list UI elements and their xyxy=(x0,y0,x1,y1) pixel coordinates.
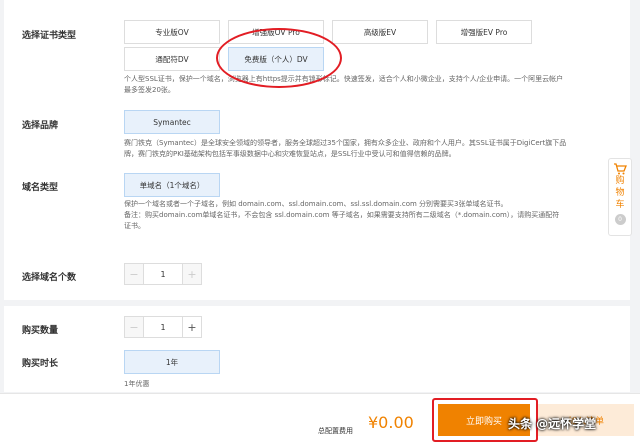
cart-side-tab[interactable]: 购物车 0 xyxy=(608,158,632,236)
cert-type-desc: 个人型SSL证书，保护一个域名，浏览器上有https提示并有锁形标记。快速签发，… xyxy=(124,75,564,94)
total-price-value: ¥0.00 xyxy=(368,413,414,432)
purchase-qty-value[interactable]: 1 xyxy=(143,317,183,337)
domain-count-plus-button[interactable]: + xyxy=(183,264,201,284)
cert-option-ev[interactable]: 高级版EV xyxy=(332,20,428,44)
domain-type-label: 域名类型 xyxy=(22,183,59,193)
watermark: 头条 @远怀学堂 xyxy=(508,417,597,431)
brand-desc: 赛门铁克（Symantec）是全球安全领域的领导者，服务全球超过35个国家，拥有… xyxy=(124,139,567,158)
cert-option-ov[interactable]: 专业版OV xyxy=(124,20,220,44)
domain-option-single[interactable]: 单域名（1个域名） xyxy=(124,173,220,197)
brand-label: 选择品牌 xyxy=(22,121,59,131)
purchase-qty-minus-button[interactable]: − xyxy=(125,317,143,337)
duration-note: 1年优惠 xyxy=(124,380,150,388)
domain-count-stepper: − 1 + xyxy=(124,263,202,285)
cert-option-free-dv[interactable]: 免费版（个人）DV xyxy=(228,47,324,71)
cert-option-wildcard-dv[interactable]: 通配符DV xyxy=(124,47,220,71)
cert-type-label: 选择证书类型 xyxy=(22,31,77,41)
domain-count-value[interactable]: 1 xyxy=(143,264,183,284)
cart-tab-label: 购物车 xyxy=(615,176,625,210)
purchase-qty-plus-button[interactable]: + xyxy=(183,317,201,337)
cart-icon xyxy=(614,163,627,175)
total-price-label: 总配置费用 xyxy=(318,427,353,435)
purchase-qty-stepper: − 1 + xyxy=(124,316,202,338)
brand-option-symantec[interactable]: Symantec xyxy=(124,110,220,134)
cart-count-badge: 0 xyxy=(614,214,626,225)
domain-count-label: 选择域名个数 xyxy=(22,273,77,283)
cert-option-ov-pro[interactable]: 增强版OV Pro xyxy=(228,20,324,44)
domain-type-desc: 保护一个域名或者一个子域名，例如 domain.com、ssl.domain.c… xyxy=(124,200,560,230)
duration-option-1year[interactable]: 1年 xyxy=(124,350,220,374)
domain-count-minus-button[interactable]: − xyxy=(125,264,143,284)
purchase-qty-label: 购买数量 xyxy=(22,326,59,336)
cert-option-ev-pro[interactable]: 增强版EV Pro xyxy=(436,20,532,44)
duration-label: 购买时长 xyxy=(22,359,59,369)
